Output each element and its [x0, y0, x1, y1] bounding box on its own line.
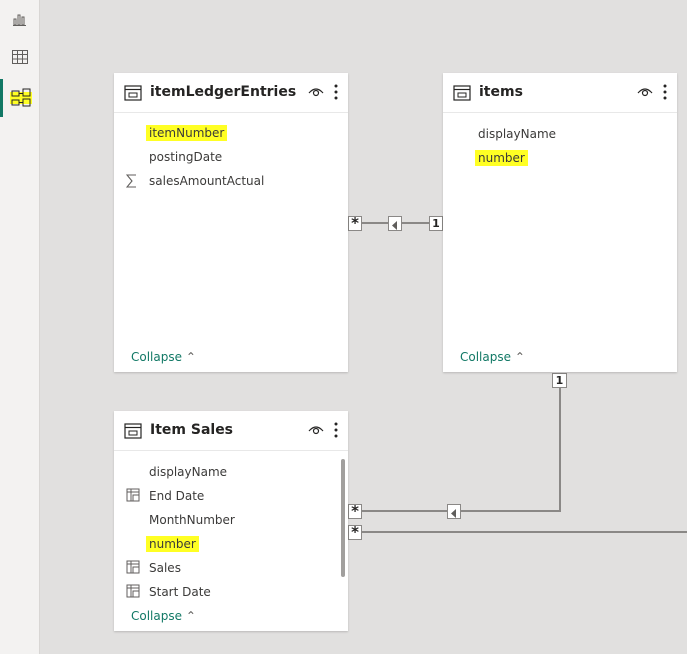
- field-displayName[interactable]: displayName: [149, 464, 227, 480]
- table-icon: [453, 85, 471, 101]
- sigma-icon: [126, 174, 136, 188]
- table-title: Item Sales: [150, 422, 234, 438]
- chevron-up-icon: ⌃: [185, 609, 196, 623]
- grid-icon: [11, 50, 28, 64]
- field-itemNumber[interactable]: itemNumber: [146, 125, 228, 141]
- table-header[interactable]: items: [443, 73, 677, 113]
- field-number[interactable]: number: [146, 536, 199, 552]
- eye-icon[interactable]: [637, 86, 653, 98]
- more-options-icon[interactable]: [663, 84, 667, 100]
- table-card-item-sales[interactable]: Item Sales displayName End Date MonthNum…: [114, 411, 348, 631]
- table-icon: [124, 85, 142, 101]
- table-icon: [124, 423, 142, 439]
- calculated-column-icon: [126, 488, 140, 502]
- cardinality-many-badge: *: [348, 504, 362, 519]
- cross-filter-direction-icon[interactable]: [388, 216, 402, 231]
- collapse-label: Collapse: [131, 350, 182, 364]
- field-start-date[interactable]: Start Date: [149, 584, 211, 600]
- calculated-column-icon: [126, 560, 140, 574]
- collapse-label: Collapse: [460, 350, 511, 364]
- collapse-button[interactable]: Collapse ⌃: [460, 350, 525, 364]
- cardinality-one-badge: 1: [552, 373, 567, 388]
- relationship-line-sales-offscreen[interactable]: [348, 531, 687, 533]
- chevron-up-icon: ⌃: [185, 350, 196, 364]
- cardinality-one-badge: 1: [429, 216, 443, 231]
- model-view-button[interactable]: [0, 79, 39, 117]
- table-title: items: [479, 84, 523, 100]
- more-options-icon[interactable]: [334, 422, 338, 438]
- more-options-icon[interactable]: [334, 84, 338, 100]
- cardinality-many-badge: *: [348, 525, 362, 540]
- chevron-up-icon: ⌃: [514, 350, 525, 364]
- table-title: itemLedgerEntries: [150, 84, 297, 100]
- view-sidebar: [0, 0, 40, 654]
- report-view-button[interactable]: [0, 0, 39, 38]
- field-end-date[interactable]: End Date: [149, 488, 204, 504]
- field-salesAmountActual[interactable]: salesAmountActual: [149, 173, 264, 189]
- eye-icon[interactable]: [308, 424, 324, 436]
- table-card-items[interactable]: items displayName number Collapse ⌃: [443, 73, 677, 372]
- collapse-button[interactable]: Collapse ⌃: [131, 609, 196, 623]
- table-card-itemLedgerEntries[interactable]: itemLedgerEntries itemNumber postingDate…: [114, 73, 348, 372]
- table-header[interactable]: itemLedgerEntries: [114, 73, 348, 113]
- relationship-line-items-sales-vertical[interactable]: [559, 387, 561, 512]
- field-postingDate[interactable]: postingDate: [149, 149, 222, 165]
- cardinality-many-badge: *: [348, 216, 362, 231]
- calculated-column-icon: [126, 584, 140, 598]
- collapse-button[interactable]: Collapse ⌃: [131, 350, 196, 364]
- field-displayName[interactable]: displayName: [478, 126, 556, 142]
- field-sales[interactable]: Sales: [149, 560, 181, 576]
- scrollbar[interactable]: [341, 459, 345, 577]
- model-icon: [10, 88, 32, 107]
- bar-chart-icon: [12, 14, 26, 26]
- field-number[interactable]: number: [475, 150, 528, 166]
- field-MonthNumber[interactable]: MonthNumber: [149, 512, 235, 528]
- cross-filter-direction-icon[interactable]: [447, 504, 461, 519]
- eye-icon[interactable]: [308, 86, 324, 98]
- table-header[interactable]: Item Sales: [114, 411, 348, 451]
- collapse-label: Collapse: [131, 609, 182, 623]
- data-view-button[interactable]: [0, 38, 39, 76]
